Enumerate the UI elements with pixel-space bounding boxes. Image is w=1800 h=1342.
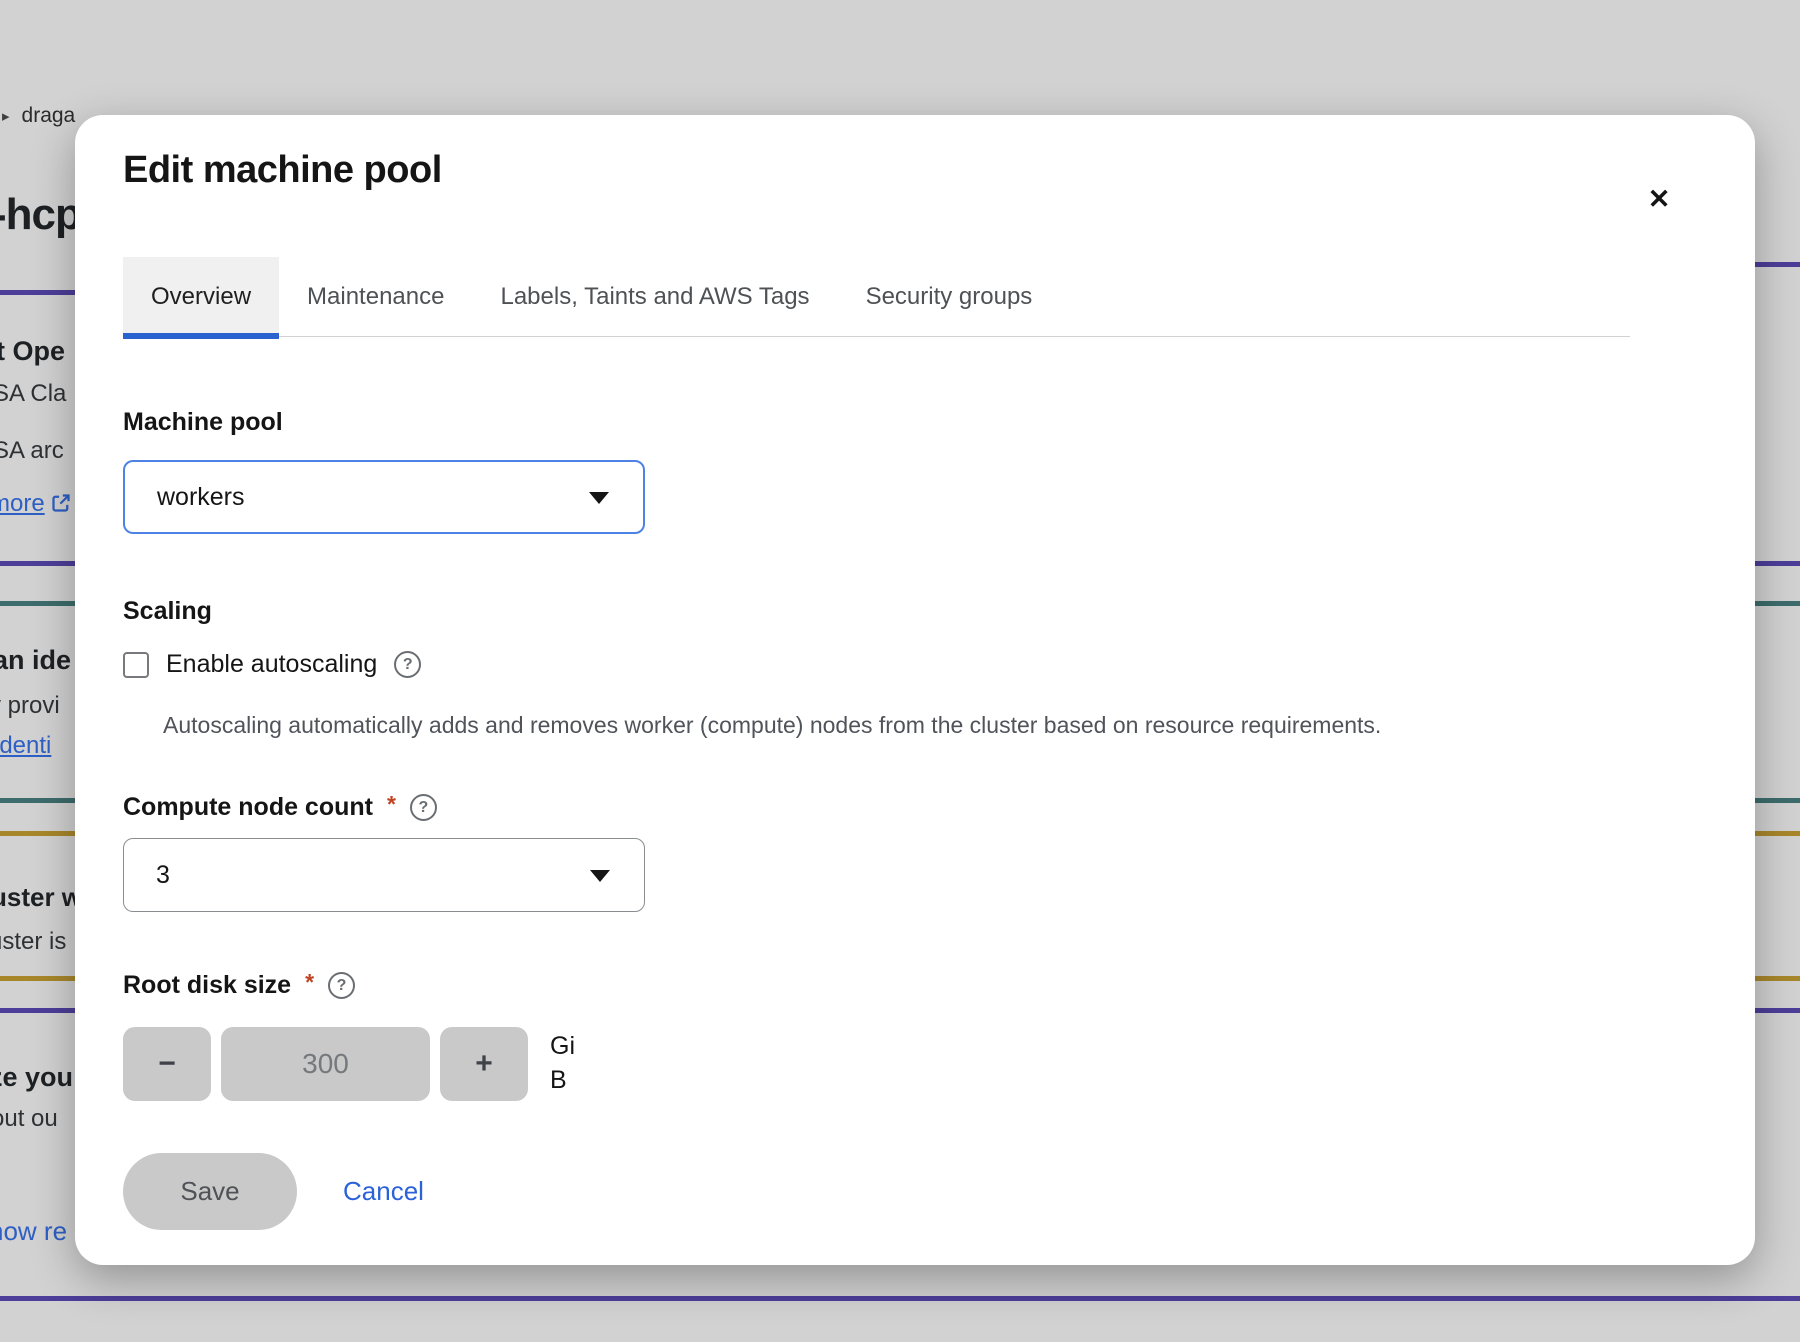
root-disk-size-input[interactable] bbox=[221, 1027, 430, 1101]
root-disk-size-label: Root disk size bbox=[123, 971, 291, 1000]
background-text-fragment: t Ope bbox=[0, 336, 65, 367]
tab-labels-taints-aws-tags[interactable]: Labels, Taints and AWS Tags bbox=[472, 257, 837, 337]
external-link-icon bbox=[51, 493, 71, 513]
close-icon: ✕ bbox=[1648, 184, 1671, 214]
background-divider-purple bbox=[0, 1296, 1800, 1301]
scaling-heading: Scaling bbox=[123, 597, 212, 626]
background-text-fragment: SA arc bbox=[0, 437, 64, 465]
required-asterisk: * bbox=[305, 969, 314, 996]
breadcrumb-item: draga bbox=[22, 104, 76, 128]
root-disk-size-stepper: − + GiB bbox=[123, 1027, 588, 1101]
autoscaling-help-icon[interactable]: ? bbox=[394, 651, 421, 678]
enable-autoscaling-label: Enable autoscaling bbox=[166, 650, 377, 679]
decrement-button[interactable]: − bbox=[123, 1027, 211, 1101]
background-link-fragment: identi bbox=[0, 732, 51, 760]
scaling-heading-row: Scaling bbox=[123, 597, 212, 626]
background-link-fragment: now re bbox=[0, 1216, 67, 1247]
root-disk-size-label-row: Root disk size * ? bbox=[123, 971, 355, 1000]
tab-bar: Overview Maintenance Labels, Taints and … bbox=[123, 257, 1630, 337]
root-disk-size-unit: GiB bbox=[550, 1029, 588, 1097]
tab-overview[interactable]: Overview bbox=[123, 257, 279, 337]
background-text-fragment: SA Cla bbox=[0, 380, 66, 408]
compute-node-count-select[interactable]: 3 bbox=[123, 838, 645, 912]
cluster-title-fragment: -hcp bbox=[0, 190, 81, 240]
plus-icon: + bbox=[475, 1047, 493, 1080]
active-tab-indicator bbox=[123, 333, 279, 339]
enable-autoscaling-checkbox[interactable] bbox=[123, 652, 149, 678]
background-text-fragment: ze you bbox=[0, 1062, 73, 1093]
caret-down-icon bbox=[589, 492, 609, 504]
root-disk-size-help-icon[interactable]: ? bbox=[328, 972, 355, 999]
tab-security-groups[interactable]: Security groups bbox=[838, 257, 1061, 337]
background-text-fragment: y provi bbox=[0, 692, 60, 720]
enable-autoscaling-row: Enable autoscaling ? bbox=[123, 650, 421, 679]
background-text-fragment: out ou bbox=[0, 1105, 58, 1133]
edit-machine-pool-modal: Edit machine pool ✕ Overview Maintenance… bbox=[75, 115, 1755, 1265]
breadcrumb-caret-icon: ▸ bbox=[2, 107, 10, 125]
background-text-fragment: uster w bbox=[0, 882, 82, 913]
tab-maintenance[interactable]: Maintenance bbox=[279, 257, 472, 337]
increment-button[interactable]: + bbox=[440, 1027, 528, 1101]
compute-node-count-label-row: Compute node count * ? bbox=[123, 793, 437, 822]
background-text-fragment: an ide bbox=[0, 645, 71, 676]
background-text-fragment: uster is bbox=[0, 928, 66, 956]
minus-icon: − bbox=[158, 1047, 176, 1080]
required-asterisk: * bbox=[387, 791, 396, 818]
close-button[interactable]: ✕ bbox=[1637, 177, 1681, 221]
caret-down-icon bbox=[590, 870, 610, 882]
cancel-button[interactable]: Cancel bbox=[343, 1176, 424, 1207]
machine-pool-selected-value: workers bbox=[157, 483, 245, 512]
modal-actions: Save Cancel bbox=[123, 1153, 424, 1230]
compute-node-count-help-icon[interactable]: ? bbox=[410, 794, 437, 821]
compute-node-count-selected-value: 3 bbox=[156, 861, 170, 890]
background-link-fragment: more bbox=[0, 490, 71, 518]
modal-title: Edit machine pool bbox=[123, 149, 442, 192]
save-button[interactable]: Save bbox=[123, 1153, 297, 1230]
machine-pool-label-row: Machine pool bbox=[123, 408, 283, 437]
compute-node-count-label: Compute node count bbox=[123, 793, 373, 822]
machine-pool-label: Machine pool bbox=[123, 408, 283, 437]
machine-pool-select[interactable]: workers bbox=[123, 460, 645, 534]
breadcrumb: ▸ draga bbox=[2, 104, 75, 128]
autoscaling-description: Autoscaling automatically adds and remov… bbox=[163, 712, 1583, 739]
